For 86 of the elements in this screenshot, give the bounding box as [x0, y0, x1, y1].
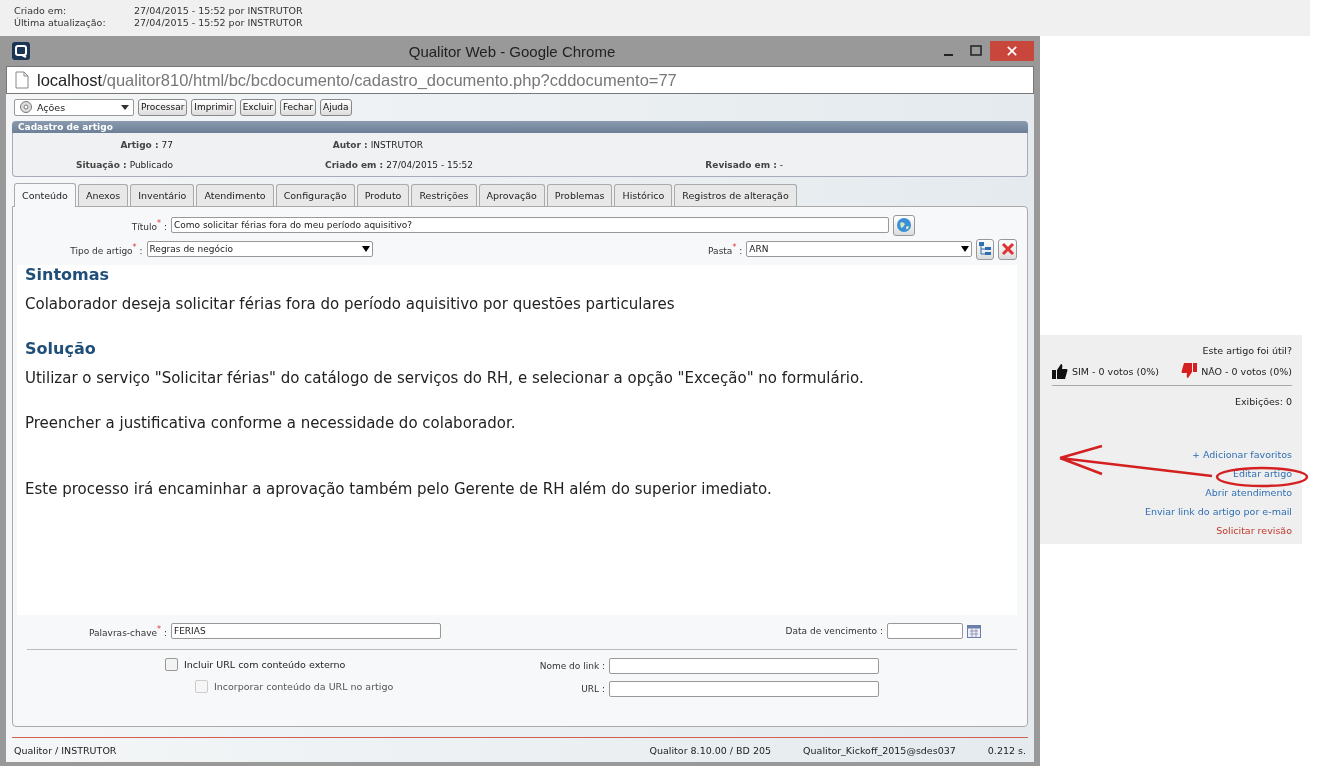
- article-paragraph: Preencher a justificativa conforme a necessidade do colaborador.: [25, 413, 517, 433]
- toolbar-button[interactable]: Ajuda: [320, 98, 352, 116]
- field-label: Artigo :: [120, 140, 159, 150]
- tab[interactable]: Produto: [356, 184, 410, 206]
- status-database: Qualitor_Kickoff_2015@sdes037: [803, 744, 956, 756]
- field-label: Revisado em :: [705, 160, 777, 170]
- field-label: Palavras-chave$^{*}$ :: [88, 624, 167, 638]
- tab[interactable]: Conteúdo: [14, 183, 76, 207]
- caret-icon: [960, 246, 969, 252]
- info-label: Última atualização:: [14, 17, 107, 29]
- status-time: 0.212 s.: [987, 744, 1026, 756]
- field-value: Publicado: [129, 160, 173, 170]
- views-count: Exibições: 0: [1233, 396, 1292, 407]
- window-title: Qualitor Web - Google Chrome: [407, 42, 617, 60]
- caret-icon: [121, 104, 129, 110]
- delete-button[interactable]: [998, 238, 1017, 260]
- minimize-icon: [943, 54, 953, 56]
- checkbox[interactable]: [165, 658, 178, 671]
- app-logo-icon: [12, 42, 30, 60]
- field-label: Data de vencimento :: [784, 626, 883, 636]
- toolbar-button[interactable]: Excluir: [239, 98, 276, 116]
- tab[interactable]: Inventário: [130, 184, 195, 206]
- field-label: Criado em :: [325, 160, 384, 170]
- article-heading: Sintomas: [25, 265, 111, 285]
- caret-icon: [362, 246, 371, 252]
- tab[interactable]: Configuração: [275, 184, 355, 206]
- globe-button[interactable]: [893, 214, 915, 236]
- tab[interactable]: Registros de alteração: [674, 184, 797, 206]
- panel-header: Cadastro de artigo: [12, 121, 1028, 133]
- tab[interactable]: Anexos: [77, 184, 129, 206]
- gear-icon: [19, 100, 33, 114]
- article-paragraph: Este processo irá encaminhar a aprovação também pelo Gerente de RH além do superior imediato.: [25, 479, 773, 499]
- yes-votes[interactable]: SIM - 0 votos (0%): [1072, 365, 1159, 377]
- feedback-question: Este artigo foi útil?: [1201, 345, 1292, 356]
- field-label: Pasta$^{*}$ :: [707, 242, 743, 256]
- field-label: Situação :: [75, 160, 127, 170]
- toolbar-button[interactable]: Imprimir: [191, 98, 236, 116]
- no-votes[interactable]: NÃO - 0 votos (0%): [1201, 365, 1292, 377]
- side-link[interactable]: Solicitar revisão: [1216, 525, 1292, 536]
- tree-button[interactable]: [975, 238, 995, 260]
- field-label: Autor :: [332, 140, 368, 150]
- status-version: Qualitor 8.10.00 / BD 205: [649, 744, 772, 756]
- tab[interactable]: Problemas: [546, 184, 613, 206]
- thumbs-down-icon[interactable]: [1181, 363, 1198, 379]
- side-link[interactable]: + Adicionar favoritos: [1191, 449, 1292, 460]
- info-value: 27/04/2015 - 15:52 por INSTRUTOR: [134, 17, 303, 29]
- close-icon: [1007, 46, 1017, 56]
- close-button[interactable]: [990, 41, 1034, 61]
- address-bar[interactable]: localhost/qualitor810/html/bc/bcdocumento/cadastro_documento.php?cddocumento=77: [6, 66, 1034, 94]
- keywords-field[interactable]: FERIAS: [171, 623, 441, 639]
- tab[interactable]: Histórico: [614, 184, 673, 206]
- tab[interactable]: Atendimento: [196, 184, 274, 206]
- page-icon: [15, 71, 29, 89]
- field-label: Título$^{*}$ :: [130, 218, 167, 232]
- field-label: URL :: [580, 684, 605, 694]
- article-paragraph: Colaborador deseja solicitar férias fora do período aquisitivo por questões particulares: [25, 294, 676, 314]
- date-field[interactable]: [887, 623, 963, 639]
- maximize-icon: [970, 45, 982, 57]
- field-value: INSTRUTOR: [370, 140, 423, 150]
- info-value: 27/04/2015 - 15:52 por INSTRUTOR: [134, 5, 303, 17]
- checkbox-label: Incluir URL com conteúdo externo: [184, 659, 346, 670]
- article-heading: Solução: [25, 339, 97, 359]
- calendar-icon[interactable]: [967, 624, 981, 638]
- toolbar-button[interactable]: Processar: [138, 98, 188, 116]
- side-link[interactable]: Abrir atendimento: [1205, 487, 1292, 498]
- checkbox-label: Incorporar conteúdo da URL no artigo: [214, 681, 394, 692]
- article-paragraph: Utilizar o serviço "Solicitar férias" do catálogo de serviços do RH, e selecionar a opção "Exceção" no formulário.: [25, 368, 865, 388]
- input-field[interactable]: [609, 681, 879, 697]
- folder-select[interactable]: ARN: [746, 241, 972, 257]
- field-label: Nome do link :: [538, 661, 605, 671]
- input-field[interactable]: [609, 658, 879, 674]
- field-value: -: [779, 160, 783, 170]
- actions-dropdown[interactable]: Ações: [14, 98, 134, 116]
- status-user: Qualitor / INSTRUTOR: [14, 744, 117, 756]
- type-select[interactable]: Regras de negócio: [146, 241, 374, 257]
- side-link[interactable]: Enviar link do artigo por e-mail: [1144, 506, 1292, 517]
- tab[interactable]: Aprovação: [478, 184, 545, 206]
- thumbs-up-icon[interactable]: [1052, 363, 1068, 379]
- field-label: Tipo de artigo$^{*}$ :: [69, 242, 143, 256]
- url-text: localhost/qualitor810/html/bc/bcdocumento/cadastro_documento.php?cddocumento=77: [37, 70, 677, 90]
- toolbar-button[interactable]: Fechar: [279, 98, 316, 116]
- info-label: Criado em:: [14, 5, 68, 17]
- title-field[interactable]: Como solicitar férias fora do meu período aquisitivo?: [171, 217, 889, 233]
- field-value: 77: [161, 140, 173, 150]
- field-value: 27/04/2015 - 15:52: [386, 160, 473, 170]
- tab[interactable]: Restrições: [411, 184, 477, 206]
